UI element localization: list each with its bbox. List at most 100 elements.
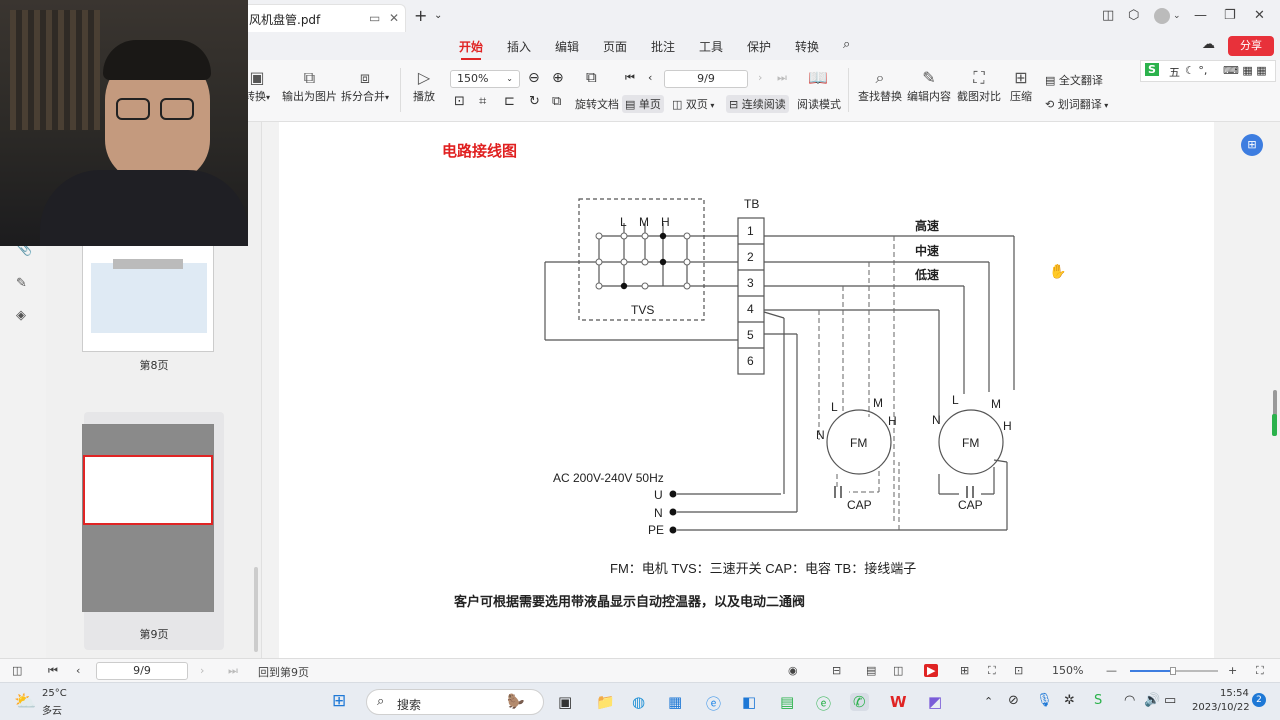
tab-close-icon[interactable]: ✕ bbox=[389, 11, 399, 25]
prev-page-icon[interactable]: ‹ bbox=[648, 71, 652, 84]
layout-icon[interactable]: ◫ bbox=[1102, 8, 1114, 23]
continuous-view-icon[interactable]: ⊟ bbox=[832, 664, 841, 677]
eye-icon[interactable]: ◉ bbox=[788, 664, 798, 677]
frame-icon[interactable]: ⊡ bbox=[1014, 664, 1023, 677]
full-translate-button[interactable]: ▤ 全文翻译 bbox=[1045, 72, 1103, 88]
select-icon[interactable]: ⌗ bbox=[479, 94, 486, 109]
layers-icon[interactable]: ◈ bbox=[16, 308, 26, 323]
weather-desc[interactable]: 多云 bbox=[42, 702, 62, 717]
app-icon[interactable]: ◩ bbox=[928, 693, 942, 711]
share-button[interactable]: 分享 bbox=[1228, 36, 1274, 56]
fit-width-icon[interactable]: ⊞ bbox=[960, 664, 969, 677]
fit-page-icon[interactable]: ⧉ bbox=[586, 68, 597, 86]
play-icon[interactable]: ▶ bbox=[924, 664, 939, 677]
battery-icon[interactable]: ▭ bbox=[1164, 693, 1176, 708]
zoom-value[interactable]: 150% bbox=[1052, 664, 1083, 677]
task-view-icon[interactable]: ▣ bbox=[558, 693, 572, 711]
next-page-icon[interactable]: › bbox=[758, 71, 762, 84]
prev-page-icon[interactable]: ‹ bbox=[76, 664, 80, 677]
store-icon[interactable]: ▦ bbox=[668, 693, 682, 711]
cloud-icon[interactable]: ☁ bbox=[1202, 37, 1215, 52]
app-icon[interactable]: ◧ bbox=[742, 693, 756, 711]
ime-toolbar[interactable]: S 五 ☾ °, ⌨ ▦ ▦ bbox=[1140, 60, 1276, 82]
avatar-chevron-icon[interactable]: ⌄ bbox=[1173, 11, 1181, 21]
zoom-slider-handle[interactable] bbox=[1170, 667, 1176, 675]
thumbnail-page-9[interactable]: 第9页 bbox=[82, 412, 224, 650]
copy-icon[interactable]: ⧉ bbox=[552, 94, 561, 109]
menu-page[interactable]: 页面 bbox=[603, 38, 627, 55]
microphone-icon[interactable]: 🎙 bbox=[1036, 693, 1053, 708]
app-icon[interactable]: ⓔ bbox=[816, 693, 831, 714]
split-merge-button[interactable]: ⧈ 拆分合并▾ bbox=[341, 68, 389, 104]
find-replace-button[interactable]: ⌕ 查找替换 bbox=[858, 68, 902, 104]
floating-tools-icon[interactable]: ⊞ bbox=[1241, 134, 1263, 156]
last-page-icon[interactable]: ⏭ bbox=[777, 71, 787, 85]
taskbar-search[interactable]: ⌕ 搜索 🦫 bbox=[366, 689, 544, 715]
status-page-input[interactable]: 9/9 bbox=[96, 662, 188, 680]
signature-icon[interactable]: ✎ bbox=[16, 276, 27, 291]
cube-icon[interactable]: ⬡ bbox=[1128, 8, 1139, 23]
single-page-button[interactable]: ▤ 单页 bbox=[622, 95, 664, 113]
tray-app-icon[interactable]: ✲ bbox=[1064, 693, 1075, 708]
menu-convert[interactable]: 转换 bbox=[795, 38, 819, 55]
windows-start-icon[interactable]: ⊞ bbox=[332, 691, 346, 711]
page-number-input[interactable]: 9/9 bbox=[664, 70, 748, 88]
next-page-icon[interactable]: › bbox=[200, 664, 204, 677]
edge-icon[interactable]: ◍ bbox=[632, 693, 645, 711]
fullscreen-icon[interactable]: ⛶ bbox=[1256, 664, 1264, 678]
double-page-button[interactable]: ◫ 双页 ▾ bbox=[672, 96, 714, 112]
restore-icon[interactable]: ❐ bbox=[1224, 8, 1236, 23]
edit-content-button[interactable]: ✎ 编辑内容 bbox=[907, 68, 951, 104]
avatar[interactable] bbox=[1154, 8, 1170, 24]
export-image-button[interactable]: ⧉ 输出为图片 bbox=[282, 68, 337, 104]
play-button[interactable]: ▷ 播放 bbox=[413, 68, 435, 104]
search-icon[interactable]: ⌕ bbox=[843, 37, 850, 52]
menu-annotate[interactable]: 批注 bbox=[651, 38, 675, 55]
browser-icon[interactable]: ⓔ bbox=[706, 693, 721, 714]
zoom-out-icon[interactable]: ⊖ bbox=[528, 70, 540, 86]
single-view-icon[interactable]: ▤ bbox=[866, 664, 876, 677]
zoom-select[interactable]: 150% ⌄ bbox=[450, 70, 520, 88]
first-page-icon[interactable]: ⏮ bbox=[48, 664, 58, 678]
frame-icon[interactable]: ⊏ bbox=[504, 94, 515, 109]
sogou-tray-icon[interactable]: S bbox=[1094, 693, 1102, 708]
zoom-slider[interactable] bbox=[1130, 667, 1218, 675]
rotate-document-button[interactable]: 旋转文档 bbox=[575, 96, 619, 112]
wps-icon[interactable]: W bbox=[890, 693, 907, 711]
menu-tools[interactable]: 工具 bbox=[699, 38, 723, 55]
continuous-read-button[interactable]: ⊟ 连续阅读 bbox=[726, 95, 789, 113]
close-window-icon[interactable]: ✕ bbox=[1254, 8, 1265, 23]
zoom-out-icon[interactable]: — bbox=[1106, 664, 1117, 677]
document-tab[interactable]: 风机盘管.pdf ▭ ✕ bbox=[240, 4, 406, 32]
thumbnail-scrollbar[interactable] bbox=[254, 567, 258, 652]
menu-start[interactable]: 开始 bbox=[459, 38, 483, 60]
last-page-icon[interactable]: ⏭ bbox=[228, 664, 238, 678]
rotate-icon[interactable]: ↻ bbox=[529, 94, 540, 109]
fit-page-icon[interactable]: ⛶ bbox=[988, 664, 996, 678]
tray-chevron-icon[interactable]: ⌃ bbox=[984, 695, 993, 708]
clock-time[interactable]: 15:54 bbox=[1220, 688, 1249, 699]
wechat-icon[interactable]: ✆ bbox=[850, 693, 869, 711]
weather-temp[interactable]: 25°C bbox=[42, 688, 67, 699]
menu-insert[interactable]: 插入 bbox=[507, 38, 531, 55]
new-tab-icon[interactable]: + bbox=[414, 6, 427, 25]
read-mode-button[interactable]: 阅读模式 bbox=[797, 96, 841, 112]
menu-edit[interactable]: 编辑 bbox=[555, 38, 579, 55]
word-translate-button[interactable]: ⟲ 划词翻译 ▾ bbox=[1045, 96, 1108, 112]
crop-icon[interactable]: ⊡ bbox=[454, 94, 465, 109]
file-explorer-icon[interactable]: 📁 bbox=[596, 693, 615, 711]
tab-restore-icon[interactable]: ▭ bbox=[369, 11, 380, 25]
back-to-page-link[interactable]: 回到第9页 bbox=[258, 664, 309, 680]
double-view-icon[interactable]: ◫ bbox=[893, 664, 903, 677]
app-icon[interactable]: ▤ bbox=[780, 693, 794, 711]
zoom-in-icon[interactable]: ⊕ bbox=[552, 70, 564, 86]
vertical-scrollbar[interactable] bbox=[1270, 122, 1280, 658]
screenshot-compare-button[interactable]: ⛶ 截图对比 bbox=[957, 68, 1001, 104]
wifi-icon[interactable]: ◠ bbox=[1124, 693, 1135, 708]
clock-date[interactable]: 2023/10/22 bbox=[1192, 702, 1250, 713]
minimize-icon[interactable]: — bbox=[1194, 8, 1207, 23]
network-off-icon[interactable]: ⊘ bbox=[1008, 693, 1019, 708]
notification-badge[interactable]: 2 bbox=[1252, 693, 1266, 707]
tab-list-chevron-icon[interactable]: ⌄ bbox=[434, 10, 442, 21]
first-page-icon[interactable]: ⏮ bbox=[625, 71, 635, 85]
